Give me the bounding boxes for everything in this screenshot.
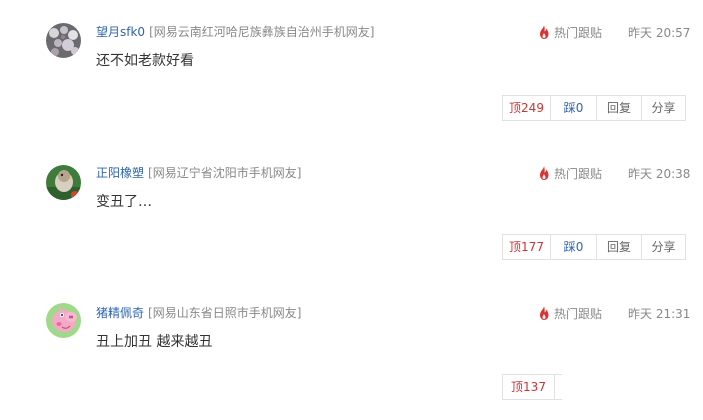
- hot-follow-tag: 热门跟贴: [538, 25, 602, 41]
- user-location: [网易山东省日照市手机网友]: [148, 306, 302, 320]
- downvote-label: 踩: [563, 240, 576, 254]
- user-location: [网易辽宁省沈阳市手机网友]: [148, 166, 302, 180]
- reply-button[interactable]: 回复: [597, 96, 642, 120]
- comment-item: 猪精佩奇 [网易山东省日照市手机网友] 热门跟贴 昨天 21:31 丑上加丑 越来…: [0, 303, 703, 420]
- hot-label: 热门跟贴: [554, 167, 603, 181]
- fire-icon: [540, 166, 549, 180]
- comment-item: 望月sfk0 [网易云南红河哈尼族彝族自治州手机网友] 热门跟贴 昨天 20:57…: [0, 22, 703, 132]
- comment-timestamp: 昨天 21:31: [628, 307, 691, 321]
- comment-timestamp: 昨天 20:38: [628, 167, 691, 181]
- upvote-button[interactable]: 顶137: [503, 375, 555, 399]
- comment-actions: 顶249 踩0 回复 分享: [502, 95, 686, 121]
- downvote-count: 0: [575, 101, 584, 115]
- comment-item: 正阳橡塑 [网易辽宁省沈阳市手机网友] 热门跟贴 昨天 20:38 变丑了… 顶1…: [0, 162, 703, 272]
- upvote-label: 顶: [509, 240, 522, 254]
- upvote-button[interactable]: 顶249: [503, 96, 551, 120]
- avatar[interactable]: [46, 303, 81, 338]
- avatar-bird-image: [46, 165, 81, 200]
- user-location: [网易云南红河哈尼族彝族自治州手机网友]: [149, 25, 375, 39]
- hot-label: 热门跟贴: [554, 307, 603, 321]
- hot-follow-tag: 热门跟贴: [538, 166, 602, 182]
- comment-text: 丑上加丑 越来越丑: [96, 334, 213, 350]
- upvote-label: 顶: [509, 101, 522, 115]
- downvote-label: 踩: [563, 101, 576, 115]
- comment-actions: 顶137: [502, 374, 562, 400]
- upvote-count: 249: [521, 101, 544, 115]
- upvote-count: 137: [523, 380, 546, 394]
- upvote-label: 顶: [511, 380, 524, 394]
- user-info: 望月sfk0 [网易云南红河哈尼族彝族自治州手机网友]: [96, 24, 374, 40]
- avatar-peppa-pig-image: [46, 303, 81, 338]
- downvote-count: 0: [575, 240, 584, 254]
- comment-text: 变丑了…: [96, 194, 152, 210]
- upvote-button[interactable]: 顶177: [503, 235, 551, 259]
- avatar[interactable]: [46, 165, 81, 200]
- share-button[interactable]: 分享: [642, 235, 685, 259]
- upvote-count: 177: [521, 240, 544, 254]
- reply-button[interactable]: 回复: [597, 235, 642, 259]
- share-button[interactable]: 分享: [642, 96, 685, 120]
- user-info: 正阳橡塑 [网易辽宁省沈阳市手机网友]: [96, 165, 301, 181]
- comment-timestamp: 昨天 20:57: [628, 26, 691, 40]
- fire-icon: [540, 306, 549, 320]
- avatar[interactable]: [46, 23, 81, 58]
- hot-follow-tag: 热门跟贴: [538, 306, 602, 322]
- fire-icon: [540, 25, 549, 39]
- user-info: 猪精佩奇 [网易山东省日照市手机网友]: [96, 305, 301, 321]
- username-link[interactable]: 猪精佩奇: [96, 306, 144, 320]
- avatar-flowers-image: [46, 23, 81, 58]
- comment-text: 还不如老款好看: [96, 53, 194, 69]
- downvote-button[interactable]: 踩0: [551, 96, 597, 120]
- hot-label: 热门跟贴: [554, 26, 603, 40]
- downvote-button[interactable]: 踩0: [551, 235, 597, 259]
- username-link[interactable]: 望月sfk0: [96, 25, 145, 39]
- comment-actions: 顶177 踩0 回复 分享: [502, 234, 686, 260]
- username-link[interactable]: 正阳橡塑: [96, 166, 144, 180]
